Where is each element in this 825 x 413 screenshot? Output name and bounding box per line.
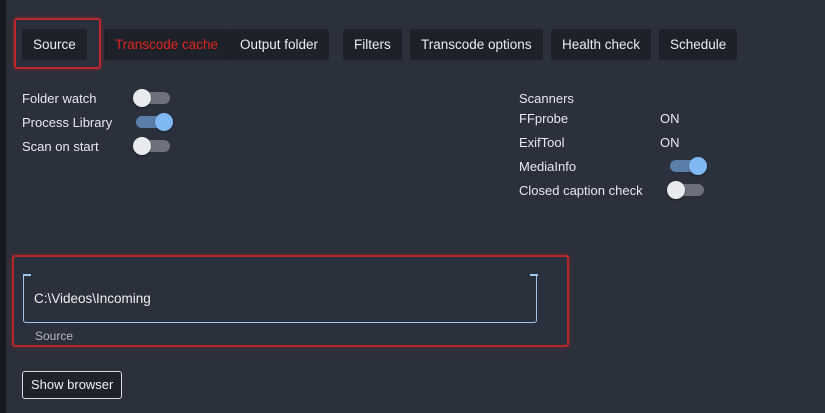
toggle-knob <box>689 157 707 175</box>
tab-health-check[interactable]: Health check <box>551 29 652 60</box>
scan-on-start-label: Scan on start <box>22 139 99 154</box>
toggle-knob <box>155 113 173 131</box>
closed-caption-check-toggle[interactable] <box>667 181 704 199</box>
tab-output-folder[interactable]: Output folder <box>229 29 330 60</box>
mediainfo-label: MediaInfo <box>519 159 577 174</box>
process-library-toggle[interactable] <box>136 113 173 131</box>
tab-schedule[interactable]: Schedule <box>659 29 738 60</box>
source-field <box>22 274 538 323</box>
ffprobe-label: FFprobe <box>519 111 569 126</box>
closed-caption-check-label: Closed caption check <box>519 183 643 198</box>
source-path-input[interactable] <box>34 288 514 308</box>
show-browser-button[interactable]: Show browser <box>22 371 123 399</box>
toggle-knob <box>133 89 151 107</box>
tab-transcode-options[interactable]: Transcode options <box>410 29 543 60</box>
toggle-knob <box>667 181 685 199</box>
tab-transcode-cache[interactable]: Transcode cache <box>104 29 230 60</box>
exiftool-label: ExifTool <box>519 135 565 150</box>
window-edge <box>0 0 6 413</box>
field-border-corner <box>529 274 538 276</box>
scan-on-start-toggle[interactable] <box>133 137 170 155</box>
process-library-label: Process Library <box>22 115 113 130</box>
ffprobe-value: ON <box>660 111 680 126</box>
scanners-title: Scanners <box>519 91 574 106</box>
toggle-knob <box>133 137 151 155</box>
exiftool-value: ON <box>660 135 680 150</box>
tab-source[interactable]: Source <box>22 29 87 60</box>
tab-filters[interactable]: Filters <box>343 29 402 60</box>
folder-watch-label: Folder watch <box>22 91 97 106</box>
field-border-corner <box>22 274 31 276</box>
folder-watch-toggle[interactable] <box>133 89 170 107</box>
source-field-label: Source <box>35 329 74 343</box>
mediainfo-toggle[interactable] <box>670 157 707 175</box>
